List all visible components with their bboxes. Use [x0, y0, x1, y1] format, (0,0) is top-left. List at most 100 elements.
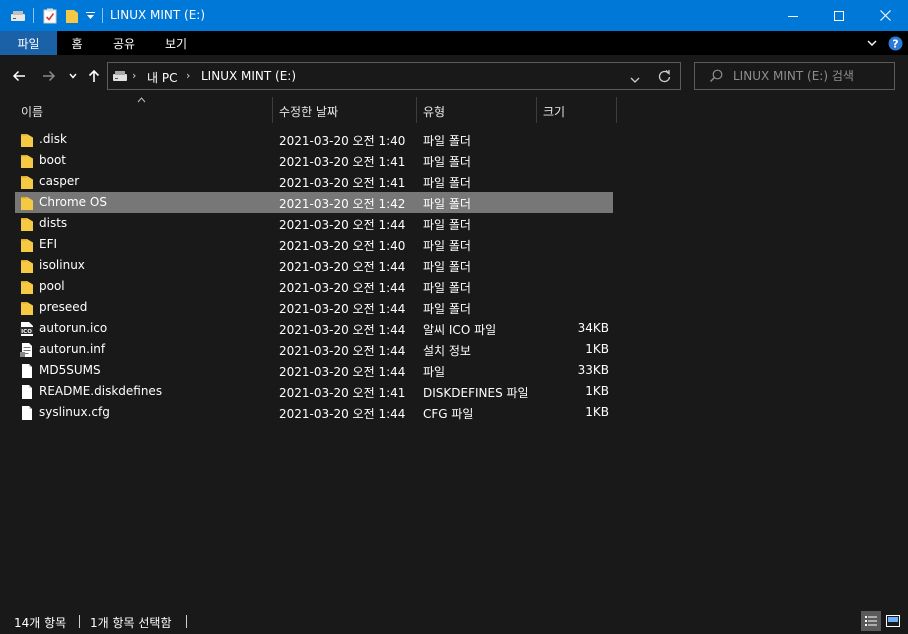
- file-modified-date: 2021-03-20 오전 1:40: [279, 134, 406, 148]
- file-type: 파일 폴더: [423, 302, 471, 316]
- folder-icon: [19, 258, 35, 274]
- tab-share[interactable]: 공유: [99, 31, 149, 55]
- file-modified-date: 2021-03-20 오전 1:44: [279, 218, 406, 232]
- properties-icon[interactable]: [40, 0, 60, 31]
- file-type: 파일 폴더: [423, 260, 471, 274]
- refresh-button[interactable]: [658, 69, 671, 86]
- column-header-name[interactable]: 이름: [15, 97, 272, 123]
- file-size: 34KB: [577, 321, 609, 335]
- minimize-button[interactable]: [770, 0, 816, 31]
- quick-access-separator: [33, 8, 34, 23]
- file-type: 알씨 ICO 파일: [423, 323, 497, 337]
- drive-icon: [8, 0, 28, 31]
- search-input[interactable]: [733, 67, 891, 85]
- file-row[interactable]: boot 2021-03-20 오전 1:41 파일 폴더: [15, 150, 613, 171]
- file-row[interactable]: EFI 2021-03-20 오전 1:40 파일 폴더: [15, 234, 613, 255]
- column-header-date-modified[interactable]: 수정한 날짜: [273, 97, 416, 123]
- file-modified-date: 2021-03-20 오전 1:41: [279, 155, 406, 169]
- search-box[interactable]: [694, 62, 895, 90]
- folder-icon: [19, 132, 35, 148]
- tab-home[interactable]: 홈: [57, 31, 97, 55]
- file-row[interactable]: autorun.inf 2021-03-20 오전 1:44 설치 정보 1KB: [15, 339, 613, 360]
- address-history-dropdown[interactable]: [630, 73, 640, 87]
- file-row[interactable]: isolinux 2021-03-20 오전 1:44 파일 폴더: [15, 255, 613, 276]
- file-name: isolinux: [39, 258, 85, 272]
- large-icons-view-icon: [886, 615, 900, 627]
- column-header-label: 크기: [543, 105, 566, 119]
- maximize-button[interactable]: [816, 0, 862, 31]
- up-button[interactable]: [85, 65, 103, 87]
- folder-icon: [19, 153, 35, 169]
- file-row[interactable]: dists 2021-03-20 오전 1:44 파일 폴더: [15, 213, 613, 234]
- address-bar[interactable]: › 내 PC › LINUX MINT (E:): [107, 62, 681, 90]
- close-button[interactable]: [862, 0, 908, 31]
- tab-view[interactable]: 보기: [151, 31, 201, 55]
- folder-icon: [19, 216, 35, 232]
- new-folder-icon[interactable]: [62, 0, 82, 31]
- file-row[interactable]: ICO autorun.ico 2021-03-20 오전 1:44 알씨 ICO 파…: [15, 318, 613, 339]
- expand-ribbon-icon[interactable]: [862, 31, 882, 55]
- file-row[interactable]: pool 2021-03-20 오전 1:44 파일 폴더: [15, 276, 613, 297]
- file-row[interactable]: .disk 2021-03-20 오전 1:40 파일 폴더: [15, 129, 613, 150]
- column-header-size[interactable]: 크기: [537, 97, 616, 123]
- forward-button[interactable]: [39, 65, 59, 87]
- file-name: casper: [39, 174, 80, 188]
- help-icon[interactable]: ?: [886, 31, 904, 55]
- file-type: 파일 폴더: [423, 155, 471, 169]
- large-icons-view-button[interactable]: [883, 611, 903, 631]
- file-type: 설치 정보: [423, 344, 471, 358]
- status-bar: 14개 항목 1개 항목 선택함: [0, 608, 908, 634]
- close-icon: [879, 10, 891, 21]
- file-size: 1KB: [585, 405, 609, 419]
- breadcrumb-my-pc[interactable]: 내 PC: [147, 69, 177, 86]
- column-header-label: 수정한 날짜: [279, 105, 339, 119]
- breadcrumb-current-drive[interactable]: LINUX MINT (E:): [201, 69, 296, 83]
- file-name: pool: [39, 279, 65, 293]
- file-row[interactable]: preseed 2021-03-20 오전 1:44 파일 폴더: [15, 297, 613, 318]
- recent-locations-button[interactable]: [66, 65, 80, 87]
- folder-icon: [19, 237, 35, 253]
- file-name: syslinux.cfg: [39, 405, 110, 419]
- file-name: MD5SUMS: [39, 363, 101, 377]
- forward-arrow-icon: [43, 70, 56, 82]
- drive-icon: [112, 70, 128, 85]
- file-row[interactable]: syslinux.cfg 2021-03-20 오전 1:44 CFG 파일 1KB: [15, 402, 613, 423]
- file-name: Chrome OS: [39, 195, 107, 209]
- file-icon: [19, 363, 35, 379]
- customize-quick-access-icon[interactable]: [84, 0, 96, 31]
- file-type: 파일 폴더: [423, 218, 471, 232]
- file-size: 1KB: [585, 342, 609, 356]
- sort-ascending-icon: [137, 97, 146, 103]
- file-type: DISKDEFINES 파일: [423, 386, 529, 400]
- column-header-label: 유형: [423, 105, 446, 119]
- minimize-icon: [788, 15, 798, 17]
- navigation-bar: › 내 PC › LINUX MINT (E:): [0, 55, 908, 97]
- file-modified-date: 2021-03-20 오전 1:44: [279, 365, 406, 379]
- selection-count: 1개 항목 선택함: [90, 616, 172, 630]
- chevron-down-icon: [630, 77, 640, 83]
- breadcrumb-separator-icon[interactable]: ›: [186, 69, 190, 82]
- column-header-type[interactable]: 유형: [417, 97, 536, 123]
- ribbon-tabs: 파일 홈 공유 보기 ?: [0, 31, 908, 55]
- breadcrumb-separator-icon[interactable]: ›: [132, 69, 136, 82]
- file-row[interactable]: README.diskdefines 2021-03-20 오전 1:41 DISK…: [15, 381, 613, 402]
- file-type: 파일 폴더: [423, 134, 471, 148]
- folder-icon: [19, 300, 35, 316]
- inf-file-icon: [19, 342, 35, 358]
- file-modified-date: 2021-03-20 오전 1:44: [279, 323, 406, 337]
- column-header-label: 이름: [21, 105, 44, 119]
- details-view-button[interactable]: [861, 611, 881, 631]
- details-view-icon: [865, 616, 877, 626]
- back-button[interactable]: [9, 65, 29, 87]
- file-row[interactable]: Chrome OS 2021-03-20 오전 1:42 파일 폴더: [15, 192, 613, 213]
- file-row[interactable]: casper 2021-03-20 오전 1:41 파일 폴더: [15, 171, 613, 192]
- title-bar: LINUX MINT (E:): [0, 0, 908, 31]
- column-divider[interactable]: [616, 97, 617, 123]
- file-modified-date: 2021-03-20 오전 1:44: [279, 281, 406, 295]
- file-name: EFI: [39, 237, 58, 251]
- file-modified-date: 2021-03-20 오전 1:41: [279, 386, 406, 400]
- file-size: 33KB: [577, 363, 609, 377]
- file-row[interactable]: MD5SUMS 2021-03-20 오전 1:44 파일 33KB: [15, 360, 613, 381]
- tab-file[interactable]: 파일: [0, 31, 57, 55]
- file-type: 파일: [423, 365, 446, 379]
